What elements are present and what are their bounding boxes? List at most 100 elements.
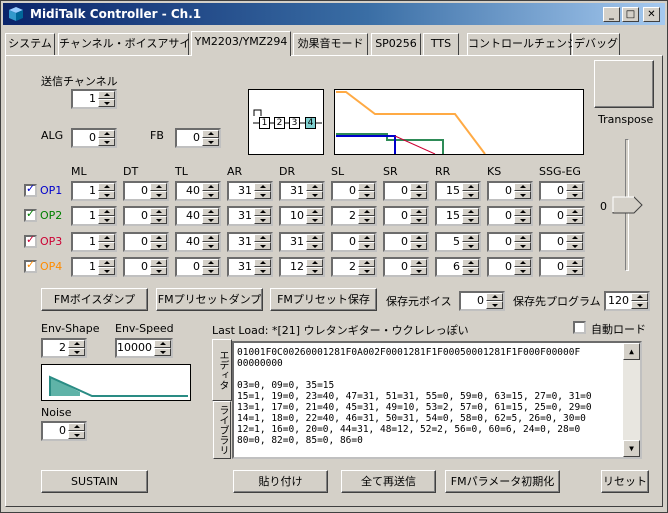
op3-tl-spinner[interactable]: 40 bbox=[175, 232, 221, 252]
env-speed-label: Env-Speed bbox=[115, 322, 174, 335]
op4-ml-spinner[interactable]: 1 bbox=[71, 257, 117, 277]
op1-tl-spinner[interactable]: 40 bbox=[175, 181, 221, 201]
op1-ml-spinner[interactable]: 1 bbox=[71, 181, 117, 201]
op3-label: OP3 bbox=[40, 235, 63, 248]
op3-ks-spinner[interactable]: 0 bbox=[487, 232, 533, 252]
op4-ar-spinner[interactable]: 31 bbox=[227, 257, 273, 277]
op1-dr-spinner[interactable]: 31 bbox=[279, 181, 325, 201]
save-dest-label: 保存先プログラム bbox=[513, 295, 601, 308]
op4-tl-spinner[interactable]: 0 bbox=[175, 257, 221, 277]
send-channel-spinner[interactable]: 1 bbox=[71, 89, 117, 109]
preset-save-button[interactable]: FMプリセット保存 bbox=[270, 288, 377, 311]
fb-label: FB bbox=[150, 129, 164, 142]
op-header-ssg-eg: SSG-EG bbox=[539, 165, 581, 178]
transpose-label: Transpose bbox=[598, 113, 654, 126]
save-source-spinner[interactable]: 0 bbox=[459, 291, 505, 311]
paste-button[interactable]: 貼り付け bbox=[233, 470, 328, 493]
auto-load-label: 自動ロード bbox=[591, 323, 646, 336]
memo-scrollbar[interactable]: ▲ ▼ bbox=[623, 343, 640, 457]
transpose-slider-thumb[interactable] bbox=[612, 196, 644, 214]
op-header-dt: DT bbox=[123, 165, 139, 178]
fm-init-button[interactable]: FMパラメータ初期化 bbox=[445, 470, 560, 493]
op2-sr-spinner[interactable]: 0 bbox=[383, 206, 429, 226]
op3-sr-spinner[interactable]: 0 bbox=[383, 232, 429, 252]
preset-dump-button[interactable]: FMプリセットダンプ bbox=[156, 288, 263, 311]
env-shape-spinner[interactable]: 2 bbox=[41, 338, 87, 358]
op1-dt-spinner[interactable]: 0 bbox=[123, 181, 169, 201]
op3-dt-spinner[interactable]: 0 bbox=[123, 232, 169, 252]
side-tab-library[interactable]: ライブラリ bbox=[213, 401, 231, 459]
op1-rr-spinner[interactable]: 15 bbox=[435, 181, 481, 201]
maximize-button[interactable]: □ bbox=[622, 7, 639, 22]
side-tab-editor[interactable]: エディタ bbox=[212, 339, 232, 401]
op4-dr-spinner[interactable]: 12 bbox=[279, 257, 325, 277]
voice-dump-button[interactable]: FMボイスダンプ bbox=[41, 288, 148, 311]
op2-dt-spinner[interactable]: 0 bbox=[123, 206, 169, 226]
op3-dr-spinner[interactable]: 31 bbox=[279, 232, 325, 252]
op2-ar-spinner[interactable]: 31 bbox=[227, 206, 273, 226]
op3-rr-spinner[interactable]: 5 bbox=[435, 232, 481, 252]
save-source-label: 保存元ボイス bbox=[386, 295, 452, 308]
op4-checkbox[interactable]: ✓ bbox=[24, 258, 37, 273]
op2-ml-spinner[interactable]: 1 bbox=[71, 206, 117, 226]
memo-line: 13=1, 17=0, 21=40, 45=31, 49=10, 53=2, 5… bbox=[237, 402, 592, 413]
tab-system[interactable]: システム bbox=[5, 33, 55, 55]
memo-line bbox=[237, 369, 622, 380]
op4-rr-spinner[interactable]: 6 bbox=[435, 257, 481, 277]
op3-checkbox[interactable]: ✓ bbox=[24, 233, 37, 248]
op4-sl-spinner[interactable]: 2 bbox=[331, 257, 377, 277]
op2-sl-spinner[interactable]: 2 bbox=[331, 206, 377, 226]
op1-sl-spinner[interactable]: 0 bbox=[331, 181, 377, 201]
op1-ks-spinner[interactable]: 0 bbox=[487, 181, 533, 201]
op2-tl-spinner[interactable]: 40 bbox=[175, 206, 221, 226]
tab-sp0256[interactable]: SP0256 bbox=[371, 33, 421, 55]
tab-sfx-mode[interactable]: 効果音モード bbox=[293, 33, 368, 55]
op1-ar-spinner[interactable]: 31 bbox=[227, 181, 273, 201]
alg-spinner[interactable]: 0 bbox=[71, 128, 117, 148]
op4-ssg-eg-spinner[interactable]: 0 bbox=[539, 257, 585, 277]
auto-load-checkbox[interactable] bbox=[573, 321, 586, 334]
op3-ar-spinner[interactable]: 31 bbox=[227, 232, 273, 252]
op-header-sr: SR bbox=[383, 165, 398, 178]
op-header-ks: KS bbox=[487, 165, 502, 178]
op-header-dr: DR bbox=[279, 165, 296, 178]
app-cube-icon bbox=[9, 7, 23, 21]
memo-line: 15=1, 19=0, 23=40, 47=31, 51=31, 55=0, 5… bbox=[237, 391, 592, 402]
op3-ml-spinner[interactable]: 1 bbox=[71, 232, 117, 252]
fb-spinner[interactable]: 0 bbox=[175, 128, 221, 148]
parameter-memo[interactable]: 01001F0C00260001281F0A002F0001281F1F0005… bbox=[232, 341, 642, 459]
op2-ks-spinner[interactable]: 0 bbox=[487, 206, 533, 226]
op3-ssg-eg-spinner[interactable]: 0 bbox=[539, 232, 585, 252]
tab-control-change[interactable]: コントロールチェンジ bbox=[467, 33, 578, 55]
op-header-tl: TL bbox=[175, 165, 188, 178]
op1-ssg-eg-spinner[interactable]: 0 bbox=[539, 181, 585, 201]
tab-ym2203[interactable]: YM2203/YMZ294 bbox=[191, 31, 291, 56]
op2-dr-spinner[interactable]: 10 bbox=[279, 206, 325, 226]
scroll-up-arrow-icon[interactable]: ▲ bbox=[623, 343, 640, 360]
op2-rr-spinner[interactable]: 15 bbox=[435, 206, 481, 226]
noise-spinner[interactable]: 0 bbox=[41, 421, 87, 441]
env-speed-spinner[interactable]: 10000 bbox=[115, 338, 173, 358]
op1-sr-spinner[interactable]: 0 bbox=[383, 181, 429, 201]
reset-button[interactable]: リセット bbox=[601, 470, 649, 493]
sustain-button[interactable]: SUSTAIN bbox=[41, 470, 148, 493]
op4-sr-spinner[interactable]: 0 bbox=[383, 257, 429, 277]
transpose-pad-button[interactable] bbox=[594, 60, 654, 108]
op2-ssg-eg-spinner[interactable]: 0 bbox=[539, 206, 585, 226]
minimize-button[interactable]: _ bbox=[603, 7, 620, 22]
op2-checkbox[interactable]: ✓ bbox=[24, 207, 37, 222]
algorithm-diagram: 1 2 3 4 bbox=[248, 89, 324, 155]
op4-ks-spinner[interactable]: 0 bbox=[487, 257, 533, 277]
tab-tts[interactable]: TTS bbox=[423, 33, 459, 55]
op3-sl-spinner[interactable]: 0 bbox=[331, 232, 377, 252]
save-dest-spinner[interactable]: 120 bbox=[604, 291, 650, 311]
op-header-rr: RR bbox=[435, 165, 451, 178]
scroll-down-arrow-icon[interactable]: ▼ bbox=[623, 440, 640, 457]
envelope-graph bbox=[334, 89, 584, 155]
close-button[interactable]: ✕ bbox=[643, 7, 660, 22]
resend-all-button[interactable]: 全て再送信 bbox=[341, 470, 436, 493]
op1-checkbox[interactable]: ✓ bbox=[24, 182, 37, 197]
tab-channel-voice[interactable]: チャンネル・ボイスアサイン bbox=[58, 33, 201, 55]
op4-dt-spinner[interactable]: 0 bbox=[123, 257, 169, 277]
tab-debug[interactable]: デバッグ bbox=[572, 33, 620, 55]
